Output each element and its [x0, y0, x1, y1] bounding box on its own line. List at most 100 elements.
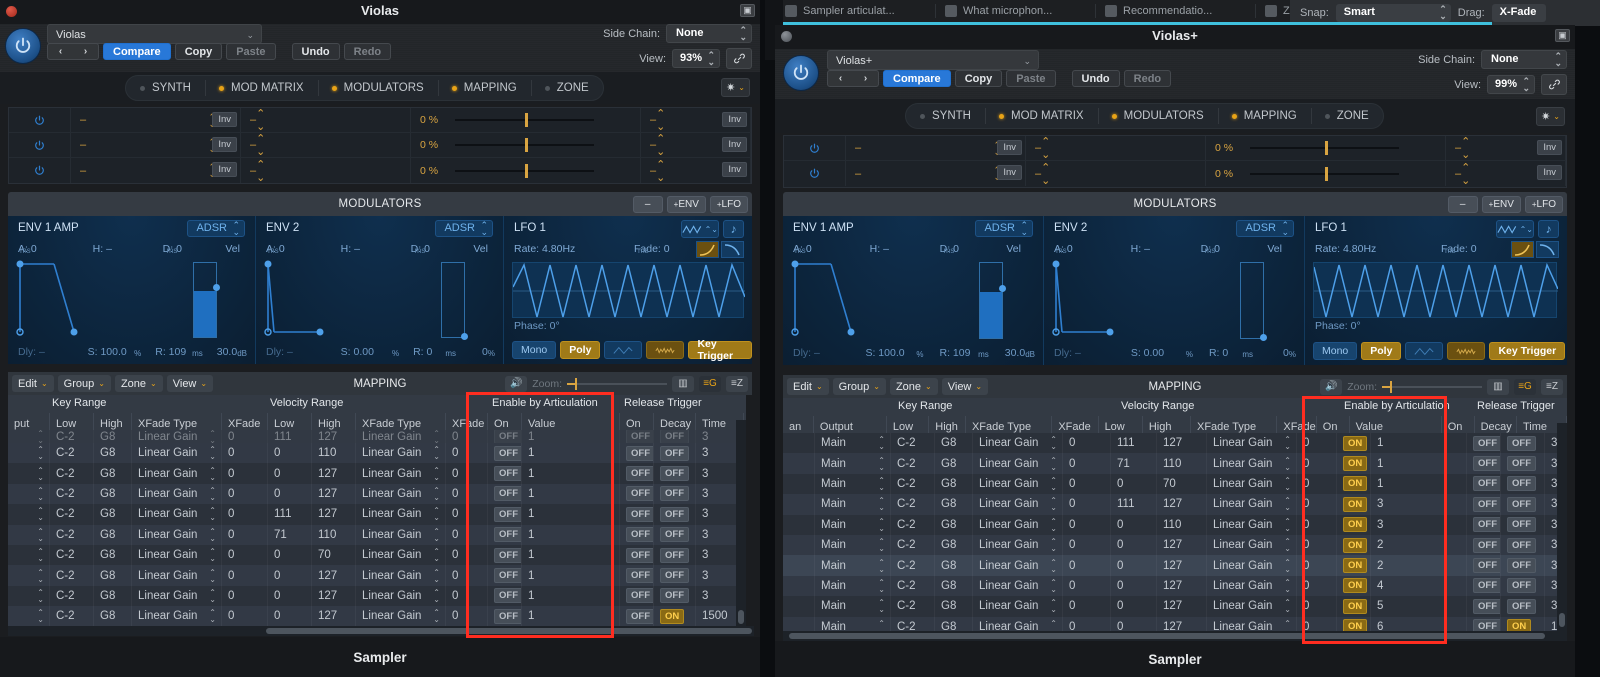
lfo1-rate[interactable]: Rate: 4.80Hz	[514, 243, 634, 255]
stepper-icon[interactable]: ⌃⌄	[1050, 538, 1057, 553]
stepper-icon[interactable]: ⌃⌄	[1522, 77, 1530, 93]
invert-button[interactable]: Inv	[212, 162, 237, 177]
col-output[interactable]: Output	[814, 416, 887, 433]
cell-vxtype[interactable]: Linear Gain ⌃ ⌄	[356, 585, 446, 607]
stepper-icon[interactable]: ⌃⌄	[1050, 619, 1057, 631]
env1-hold[interactable]: H: –	[93, 243, 163, 255]
cell-out[interactable]: Main ⌃ ⌄	[815, 534, 891, 556]
toggle-art_on[interactable]: ON	[1343, 456, 1368, 472]
drag-value[interactable]: X-Fade	[1491, 4, 1547, 22]
table-row[interactable]: ⌃ ⌄ C-2 G8 Linear Gain ⌃ ⌄ 0 0 127 Linear Gain ⌃ ⌄ 0 O…	[8, 463, 746, 484]
stepper-icon[interactable]: ⌃⌄	[1284, 497, 1291, 512]
cell-art_on[interactable]: OFF	[488, 463, 522, 484]
toggle-rt_on[interactable]: OFF	[1473, 517, 1500, 533]
cell-vxfade[interactable]: 0	[1297, 575, 1337, 597]
toggle-art_on[interactable]: ON	[1343, 435, 1368, 451]
toggle-art_on[interactable]: ON	[1343, 517, 1368, 533]
table-row[interactable]: Main ⌃ ⌄ C-2 G8 Linear Gain ⌃ ⌄ 0 111 127 Linear Ga…	[783, 433, 1567, 454]
cell-art_on[interactable]: ON	[1337, 555, 1371, 576]
cell-kxfade[interactable]: 0	[222, 463, 268, 484]
col-key-high[interactable]: High	[929, 416, 966, 433]
toggle-rt_decay[interactable]: OFF	[1507, 598, 1536, 614]
cell-kxtype[interactable]: Linear Gain ⌃ ⌄	[132, 565, 222, 586]
toggle-rt_decay[interactable]: OFF	[660, 486, 689, 502]
cell-khigh[interactable]: G8	[94, 544, 132, 566]
cell-khigh[interactable]: G8	[94, 463, 132, 484]
cell-klow[interactable]: C-2	[891, 555, 935, 576]
cell-rt_on[interactable]: OFF	[1467, 494, 1501, 515]
cell-rt_decay[interactable]: OFF	[654, 430, 696, 443]
cell-klow[interactable]: C-2	[891, 473, 935, 495]
cell-kxfade[interactable]: 0	[1063, 453, 1111, 474]
cell-vlow[interactable]: 71	[1111, 453, 1157, 474]
table-row[interactable]: Main ⌃ ⌄ C-2 G8 Linear Gain ⌃ ⌄ 0 111 127 Linear Ga…	[783, 494, 1567, 515]
tab-synth[interactable]: SYNTH	[126, 75, 205, 101]
stepper-icon[interactable]: ⌃⌄	[1050, 558, 1057, 573]
toggle-rt_decay[interactable]: OFF	[660, 568, 689, 584]
stepper-icon[interactable]: ⌃⌄	[433, 568, 440, 583]
cell-vxtype[interactable]: Linear Gain ⌃ ⌄	[356, 430, 446, 443]
speaker-icon[interactable]: 🔊	[505, 375, 528, 392]
env2-mode-select[interactable]: ADSR ⌃ ⌄	[1236, 220, 1294, 237]
cell-kxfade[interactable]: 0	[222, 524, 268, 545]
lfo1-phase[interactable]: Phase: 0°	[1315, 320, 1361, 332]
mod-amount[interactable]: 0 %	[1206, 161, 1446, 186]
right-table-vscrollbar[interactable]	[1557, 423, 1567, 631]
cell-vxfade[interactable]: 0	[446, 463, 488, 484]
toggle-rt_on[interactable]: OFF	[1473, 456, 1500, 472]
env2-velocity-slider[interactable]	[1240, 262, 1267, 341]
cell-khigh[interactable]: G8	[935, 433, 973, 454]
cell-rt_decay[interactable]: OFF	[1501, 453, 1545, 474]
toggle-rt_decay[interactable]: OFF	[1507, 558, 1536, 574]
cell-rt_decay[interactable]: ON	[654, 606, 696, 626]
left-table-vscrollbar[interactable]	[736, 420, 746, 626]
cell-pan[interactable]	[783, 514, 815, 535]
copy-button[interactable]: Copy	[954, 70, 1003, 87]
stepper-icon[interactable]: ⌃⌄	[878, 599, 885, 614]
cell-vxfade[interactable]: 0	[446, 430, 488, 443]
toggle-rt_on[interactable]: OFF	[626, 588, 653, 604]
stepper-icon[interactable]: ⌃⌄	[1284, 456, 1291, 471]
cell-vxtype[interactable]: Linear Gain ⌃ ⌄	[1207, 473, 1297, 495]
left-mapping-table[interactable]: Key Range Velocity Range Enable by Artic…	[8, 395, 746, 626]
fade-out-icon[interactable]	[721, 241, 744, 258]
table-row[interactable]: Main ⌃ ⌄ C-2 G8 Linear Gain ⌃ ⌄ 0 0 127 Linear Gain…	[783, 596, 1567, 617]
lfo-shape-b-icon[interactable]	[646, 341, 685, 359]
power-button[interactable]	[783, 55, 819, 91]
stepper-icon[interactable]: ⌃⌄	[1041, 136, 1050, 161]
stepper-icon[interactable]: ⌃⌄	[878, 456, 885, 471]
toggle-rt_decay[interactable]: OFF	[660, 445, 689, 461]
cell-klow[interactable]: C-2	[50, 585, 94, 607]
cell-rt_on[interactable]: OFF	[1467, 453, 1501, 474]
cell-vxfade[interactable]: 0	[446, 565, 488, 586]
env2-hold[interactable]: H: –	[341, 243, 411, 255]
cell-klow[interactable]: C-2	[891, 596, 935, 617]
col-rt-on[interactable]: On	[1442, 416, 1475, 433]
cell-kxfade[interactable]: 0	[222, 585, 268, 607]
toggle-rt_decay[interactable]: OFF	[660, 430, 689, 443]
env2-delay[interactable]: Dly: –	[266, 346, 341, 358]
col-vel-high[interactable]: High	[312, 413, 356, 430]
cell-out[interactable]: Main ⌃ ⌄	[815, 596, 891, 617]
lfo1-phase[interactable]: Phase: 0°	[514, 320, 560, 332]
cell-khigh[interactable]: G8	[94, 430, 132, 443]
col-vel-low[interactable]: Low	[268, 413, 312, 430]
cell-vlow[interactable]: 0	[268, 463, 312, 484]
stepper-icon[interactable]: ⌃⌄	[209, 609, 216, 624]
cell-pan[interactable]	[783, 596, 815, 617]
fade-in-icon[interactable]	[1511, 241, 1534, 258]
cell-kxtype[interactable]: Linear Gain ⌃ ⌄	[132, 524, 222, 545]
cell-out[interactable]: Main ⌃ ⌄	[815, 616, 891, 631]
toggle-art_on[interactable]: OFF	[494, 527, 521, 543]
cell-art_on[interactable]: ON	[1337, 453, 1371, 474]
stepper-icon[interactable]: ⌃⌄	[1439, 5, 1447, 21]
mod-source-select[interactable]: – ⌃⌄ Inv	[71, 108, 241, 132]
env1-velocity-slider[interactable]	[193, 262, 220, 338]
cell-khigh[interactable]: G8	[935, 453, 973, 474]
table-row[interactable]: ⌃ ⌄ C-2 G8 Linear Gain ⌃ ⌄ 0 71 110 Linear Gain ⌃ ⌄ 0…	[8, 524, 746, 545]
cell-rt_on[interactable]: OFF	[620, 504, 654, 525]
invert-button[interactable]: Inv	[1537, 140, 1562, 155]
col-vel-xfade-type[interactable]: XFade Type	[1191, 416, 1278, 433]
cell-kxtype[interactable]: Linear Gain ⌃ ⌄	[973, 596, 1063, 617]
stepper-icon[interactable]: ⌃⌄	[1041, 161, 1050, 187]
